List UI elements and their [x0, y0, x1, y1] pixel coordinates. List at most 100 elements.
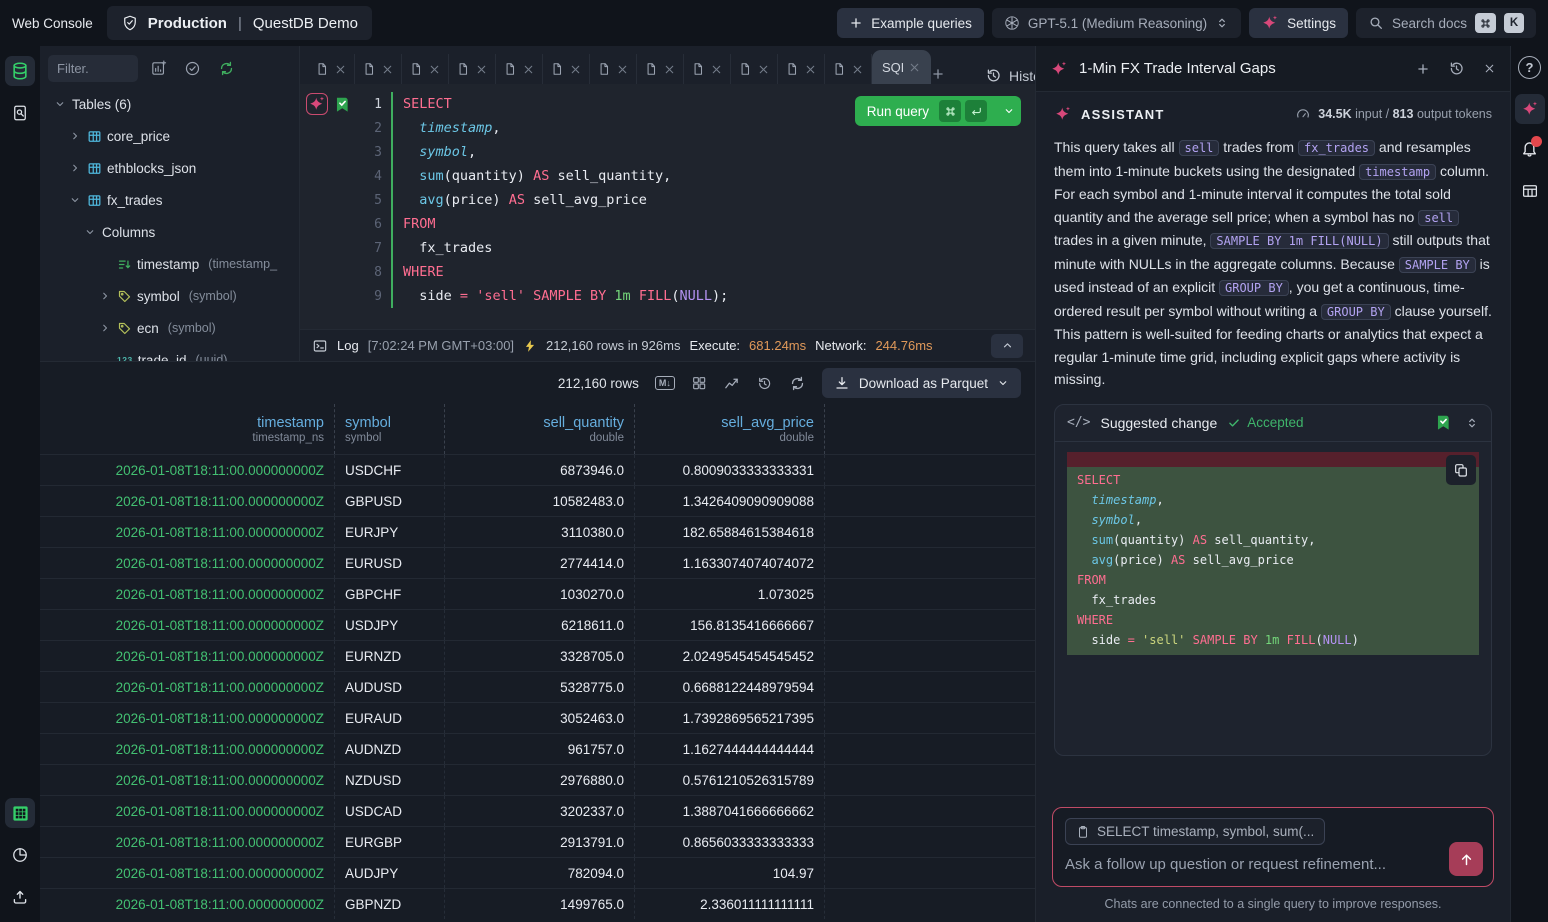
- expand-collapse-control[interactable]: [1465, 416, 1479, 430]
- table-row[interactable]: 2026-01-08T18:11:00.000000000ZGBPUSD1058…: [40, 485, 1035, 516]
- log-bar: Log [7:02:24 PM GMT+03:00] 212,160 rows …: [300, 329, 1035, 361]
- select-tables-button[interactable]: [178, 56, 206, 82]
- query-log-rail-button[interactable]: [5, 98, 35, 128]
- close-tab-icon[interactable]: [908, 61, 921, 74]
- import-rail-button[interactable]: [5, 882, 35, 912]
- chat-input-placeholder[interactable]: Ask a follow up question or request refi…: [1065, 856, 1481, 873]
- table-row[interactable]: 2026-01-08T18:11:00.000000000ZGBPCHF1030…: [40, 578, 1035, 609]
- column-header-symbol[interactable]: symbolsymbol: [335, 404, 445, 454]
- editor-tab[interactable]: [308, 54, 355, 84]
- rerun-button[interactable]: [756, 375, 773, 392]
- send-button[interactable]: [1449, 842, 1483, 876]
- editor-tab[interactable]: [590, 54, 637, 84]
- close-tab-icon[interactable]: [428, 63, 441, 76]
- close-tab-icon[interactable]: [663, 63, 676, 76]
- chat-input-box[interactable]: SELECT timestamp, symbol, sum(... Ask a …: [1052, 807, 1494, 887]
- code-line: 7 fx_trades: [300, 236, 1035, 260]
- example-queries-button[interactable]: Example queries: [837, 8, 984, 38]
- model-selector[interactable]: GPT-5.1 (Medium Reasoning): [992, 8, 1241, 38]
- tree-item-timestamp[interactable]: timestamp(timestamp_: [40, 248, 299, 280]
- close-tab-icon[interactable]: [710, 63, 723, 76]
- table-cell: 104.97: [635, 858, 825, 888]
- table-row[interactable]: 2026-01-08T18:11:00.000000000ZUSDCAD3202…: [40, 795, 1035, 826]
- close-tab-icon[interactable]: [334, 63, 347, 76]
- editor-tab[interactable]: [496, 54, 543, 84]
- help-button[interactable]: ?: [1518, 56, 1541, 79]
- search-docs-button[interactable]: Search docs K: [1356, 8, 1536, 38]
- table-row[interactable]: 2026-01-08T18:11:00.000000000ZEURJPY3110…: [40, 516, 1035, 547]
- editor-tab[interactable]: [637, 54, 684, 84]
- table-filter-input[interactable]: [48, 55, 138, 82]
- editor-tab-active[interactable]: SQL: [872, 50, 931, 84]
- add-table-button[interactable]: [144, 56, 172, 82]
- table-row[interactable]: 2026-01-08T18:11:00.000000000ZUSDJPY6218…: [40, 609, 1035, 640]
- schema-rail-button[interactable]: [1515, 176, 1545, 206]
- editor-tab[interactable]: [778, 54, 825, 84]
- notifications-button[interactable]: [1520, 139, 1539, 161]
- close-tab-icon[interactable]: [616, 63, 629, 76]
- grid-layout-button[interactable]: [691, 375, 707, 391]
- editor-tab[interactable]: [449, 54, 496, 84]
- close-tab-icon[interactable]: [851, 63, 864, 76]
- tree-item-symbol[interactable]: symbol(symbol): [40, 280, 299, 312]
- chart-button[interactable]: [723, 375, 740, 392]
- run-query-button[interactable]: Run query: [855, 96, 1021, 126]
- app-title: Web Console: [12, 16, 93, 31]
- right-icon-rail: ?: [1510, 46, 1548, 922]
- table-row[interactable]: 2026-01-08T18:11:00.000000000ZAUDNZD9617…: [40, 733, 1035, 764]
- table-row[interactable]: 2026-01-08T18:11:00.000000000ZGBPNZD1499…: [40, 888, 1035, 919]
- chart-view-rail-button[interactable]: [5, 840, 35, 870]
- collapse-log-button[interactable]: [991, 334, 1023, 358]
- chat-history-button[interactable]: [1448, 60, 1465, 77]
- editor-tab[interactable]: [731, 54, 778, 84]
- editor-tab[interactable]: [684, 54, 731, 84]
- new-chat-button[interactable]: [1416, 62, 1430, 76]
- tree-item-trade-id[interactable]: 123trade_id(uuid): [40, 344, 299, 361]
- copy-markdown-button[interactable]: M↓: [655, 376, 675, 390]
- download-parquet-button[interactable]: Download as Parquet: [822, 368, 1021, 398]
- close-tab-icon[interactable]: [569, 63, 582, 76]
- table-row[interactable]: 2026-01-08T18:11:00.000000000ZAUDUSD5328…: [40, 671, 1035, 702]
- close-tab-icon[interactable]: [757, 63, 770, 76]
- query-context-chip[interactable]: SELECT timestamp, symbol, sum(...: [1065, 818, 1325, 845]
- tables-rail-button[interactable]: [5, 56, 35, 86]
- settings-button[interactable]: Settings: [1249, 8, 1348, 38]
- table-cell: 5328775.0: [445, 672, 635, 702]
- copy-code-button[interactable]: [1446, 455, 1476, 485]
- editor-tab[interactable]: [825, 54, 872, 84]
- tree-item-fx-trades[interactable]: fx_trades: [40, 184, 299, 216]
- table-row[interactable]: 2026-01-08T18:11:00.000000000ZUSDCHF6873…: [40, 454, 1035, 485]
- tree-item-tables-6-[interactable]: Tables (6): [40, 88, 299, 120]
- close-tab-icon[interactable]: [381, 63, 394, 76]
- close-panel-button[interactable]: [1483, 62, 1496, 75]
- table-row[interactable]: 2026-01-08T18:11:00.000000000ZNZDUSD2976…: [40, 764, 1035, 795]
- ai-sparkle-button[interactable]: [306, 93, 328, 115]
- editor-tab[interactable]: [402, 54, 449, 84]
- close-tab-icon[interactable]: [804, 63, 817, 76]
- editor-tab[interactable]: [355, 54, 402, 84]
- table-row[interactable]: 2026-01-08T18:11:00.000000000ZEURNZD3328…: [40, 640, 1035, 671]
- column-header-sell_quantity[interactable]: sell_quantitydouble: [445, 404, 635, 454]
- close-tab-icon[interactable]: [475, 63, 488, 76]
- upload-icon: [11, 888, 29, 906]
- table-row[interactable]: 2026-01-08T18:11:00.000000000ZEURAUD3052…: [40, 702, 1035, 733]
- assistant-rail-button[interactable]: [1515, 94, 1545, 124]
- close-tab-icon[interactable]: [522, 63, 535, 76]
- column-header-sell_avg_price[interactable]: sell_avg_pricedouble: [635, 404, 825, 454]
- editor-tab[interactable]: [543, 54, 590, 84]
- refresh-results-button[interactable]: [789, 375, 806, 392]
- grid-view-rail-button[interactable]: [5, 798, 35, 828]
- column-header-timestamp[interactable]: timestamptimestamp_ns: [40, 404, 335, 454]
- new-tab-button[interactable]: [931, 67, 945, 84]
- sql-editor[interactable]: Run query 1SELECT2 timestamp,3 symbol,4 …: [300, 84, 1035, 329]
- run-options-chevron[interactable]: [995, 96, 1021, 126]
- tree-item-ecn[interactable]: ecn(symbol): [40, 312, 299, 344]
- tree-item-core-price[interactable]: core_price: [40, 120, 299, 152]
- tree-item-columns[interactable]: Columns: [40, 216, 299, 248]
- refresh-tables-button[interactable]: [212, 56, 240, 82]
- table-row[interactable]: 2026-01-08T18:11:00.000000000ZEURUSD2774…: [40, 547, 1035, 578]
- table-row[interactable]: 2026-01-08T18:11:00.000000000ZEURGBP2913…: [40, 826, 1035, 857]
- table-row[interactable]: 2026-01-08T18:11:00.000000000ZAUDJPY7820…: [40, 857, 1035, 888]
- tree-item-ethblocks-json[interactable]: ethblocks_json: [40, 152, 299, 184]
- environment-badge[interactable]: Production | QuestDB Demo: [107, 6, 372, 40]
